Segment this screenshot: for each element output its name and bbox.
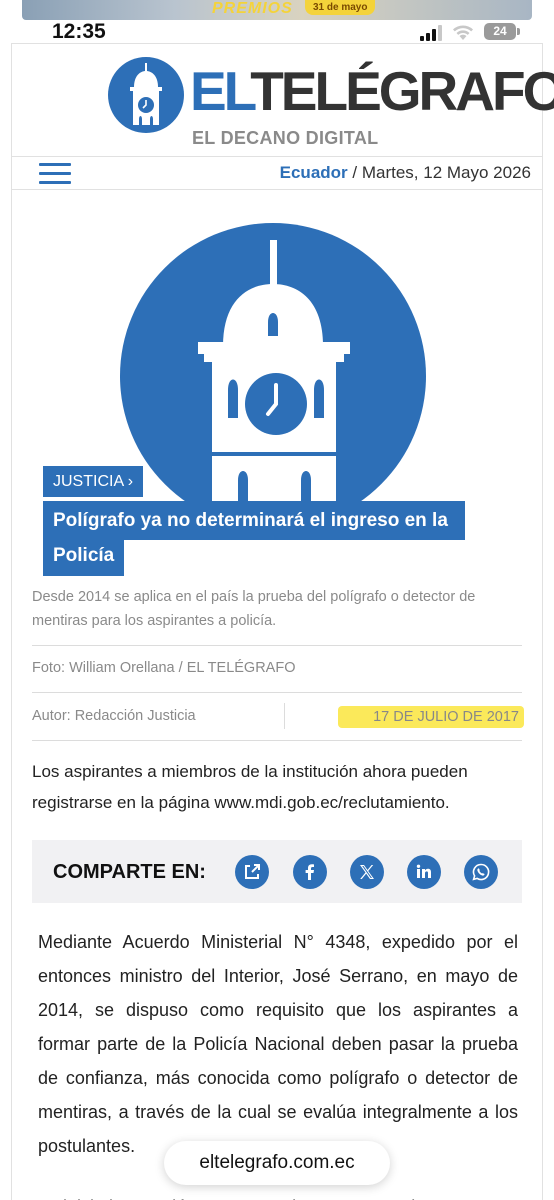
- article-headline: Polígrafo ya no determinará el ingreso e…: [53, 510, 448, 531]
- linkedin-icon[interactable]: [407, 855, 441, 889]
- article-summary: Los aspirantes a miembros de la instituc…: [32, 762, 468, 812]
- x-icon[interactable]: [350, 855, 384, 889]
- brand-name: ELTELÉGRAFO: [190, 60, 554, 122]
- ad-date-pill: 31 de mayo: [305, 0, 376, 15]
- current-date: / Martes, 12 Mayo 2026: [347, 163, 531, 182]
- brand-tagline: EL DECANO DIGITAL: [192, 128, 379, 148]
- battery-indicator: 24: [484, 23, 520, 40]
- section-tag-justicia[interactable]: JUSTICIA ›: [43, 466, 144, 497]
- ad-text: PREMIOS: [212, 0, 293, 17]
- top-ad-banner[interactable]: PREMIOS 31 de mayo: [22, 0, 532, 20]
- image-caption: Desde 2014 se aplica en el país la prueb…: [32, 589, 476, 629]
- site-logo[interactable]: ELTELÉGRAFO EL DECANO DIGITAL: [108, 55, 554, 150]
- article-body-next: La iniciativa surgió como parte de una e…: [38, 1190, 518, 1200]
- status-bar: 12:35 24: [0, 18, 554, 46]
- divider: [32, 740, 522, 741]
- article-hero-image: [120, 223, 426, 503]
- wifi-icon: [453, 25, 473, 40]
- article-author: Autor: Redacción Justicia: [32, 708, 196, 724]
- nav-bar: Ecuador / Martes, 12 Mayo 2026: [11, 156, 543, 190]
- article-body: Mediante Acuerdo Ministerial N° 4348, ex…: [38, 932, 518, 1156]
- article-headline: Policía: [53, 545, 115, 566]
- divider: [284, 703, 285, 729]
- browser-url-bar[interactable]: eltelegrafo.com.ec: [164, 1141, 390, 1185]
- photo-credit: Foto: William Orellana / EL TELÉGRAFO: [32, 660, 296, 676]
- divider: [32, 645, 522, 646]
- menu-hamburger-icon[interactable]: [39, 163, 71, 185]
- status-time: 12:35: [52, 20, 106, 43]
- country-link[interactable]: Ecuador: [280, 163, 348, 182]
- whatsapp-icon[interactable]: [464, 855, 498, 889]
- cellular-signal-icon: [420, 25, 442, 41]
- dateline: Ecuador / Martes, 12 Mayo 2026: [280, 163, 531, 183]
- share-external-icon[interactable]: [235, 855, 269, 889]
- facebook-icon[interactable]: [293, 855, 327, 889]
- divider: [32, 692, 522, 693]
- publish-date: 17 DE JULIO DE 2017: [338, 706, 524, 728]
- share-bar: COMPARTE EN:: [32, 840, 522, 903]
- chevron-right-icon: ›: [127, 473, 134, 490]
- clock-tower-logo-icon: [108, 57, 184, 133]
- share-label: COMPARTE EN:: [53, 861, 206, 883]
